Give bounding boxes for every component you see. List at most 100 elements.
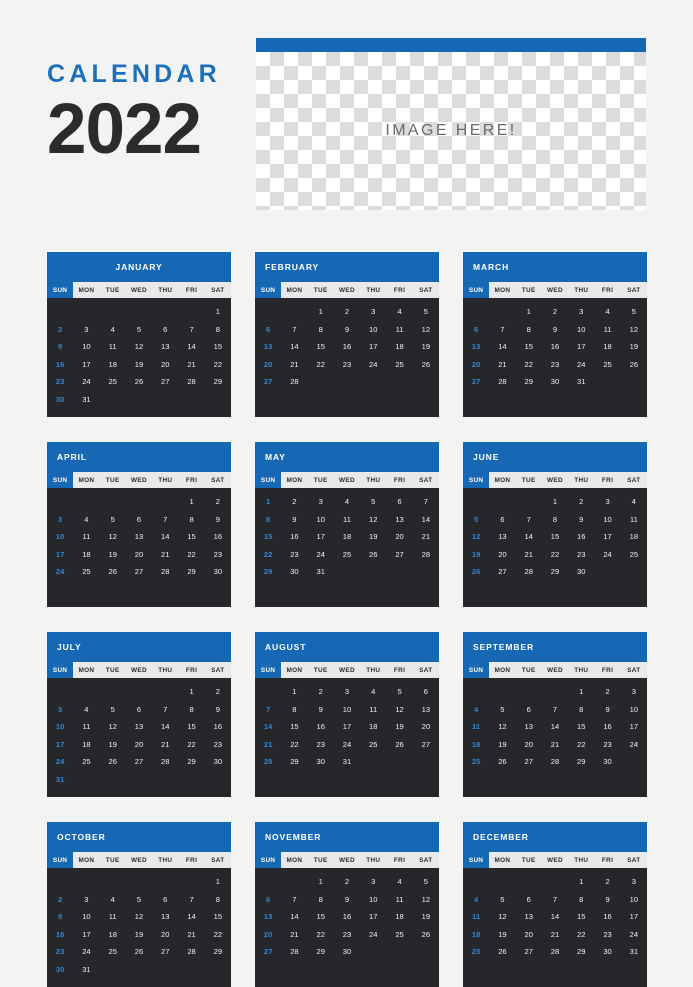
day-cell[interactable]: 13 (152, 908, 178, 926)
day-cell[interactable]: 10 (360, 891, 386, 909)
day-cell[interactable]: 18 (621, 528, 647, 546)
day-cell[interactable]: 29 (178, 563, 204, 581)
day-cell[interactable]: 18 (100, 356, 126, 374)
day-cell[interactable]: 7 (542, 701, 568, 719)
day-cell[interactable]: 20 (516, 926, 542, 944)
day-cell[interactable]: 27 (413, 736, 439, 754)
day-cell[interactable]: 3 (594, 493, 620, 511)
day-cell[interactable]: 2 (334, 873, 360, 891)
day-cell[interactable]: 2 (568, 493, 594, 511)
day-cell[interactable]: 9 (47, 338, 73, 356)
day-cell[interactable]: 26 (360, 546, 386, 564)
day-cell[interactable]: 10 (47, 718, 73, 736)
day-cell[interactable]: 9 (281, 511, 307, 529)
day-cell[interactable]: 2 (542, 303, 568, 321)
day-cell[interactable]: 19 (489, 926, 515, 944)
day-cell[interactable]: 18 (463, 926, 489, 944)
day-cell[interactable]: 9 (47, 908, 73, 926)
day-cell[interactable]: 6 (255, 891, 281, 909)
day-cell[interactable]: 11 (360, 701, 386, 719)
day-cell[interactable]: 31 (568, 373, 594, 391)
day-cell[interactable]: 2 (594, 683, 620, 701)
day-cell[interactable]: 22 (542, 546, 568, 564)
day-cell[interactable]: 11 (463, 718, 489, 736)
day-cell[interactable]: 10 (308, 511, 334, 529)
day-cell[interactable]: 18 (386, 908, 412, 926)
day-cell[interactable]: 31 (47, 771, 73, 789)
day-cell[interactable]: 2 (205, 493, 231, 511)
day-cell[interactable]: 30 (594, 943, 620, 961)
day-cell[interactable]: 23 (568, 546, 594, 564)
day-cell[interactable]: 11 (334, 511, 360, 529)
day-cell[interactable]: 21 (152, 736, 178, 754)
day-cell[interactable]: 12 (100, 528, 126, 546)
day-cell[interactable]: 15 (542, 528, 568, 546)
day-cell[interactable]: 10 (73, 338, 99, 356)
day-cell[interactable]: 1 (542, 493, 568, 511)
day-cell[interactable]: 15 (568, 718, 594, 736)
day-cell[interactable]: 8 (205, 321, 231, 339)
day-cell[interactable]: 2 (47, 321, 73, 339)
day-cell[interactable]: 31 (621, 943, 647, 961)
day-cell[interactable]: 5 (100, 701, 126, 719)
day-cell[interactable]: 29 (205, 373, 231, 391)
day-cell[interactable]: 8 (255, 511, 281, 529)
day-cell[interactable]: 3 (308, 493, 334, 511)
day-cell[interactable]: 6 (152, 891, 178, 909)
day-cell[interactable]: 14 (152, 528, 178, 546)
day-cell[interactable]: 9 (542, 321, 568, 339)
day-cell[interactable]: 19 (126, 926, 152, 944)
day-cell[interactable]: 5 (621, 303, 647, 321)
day-cell[interactable]: 2 (47, 891, 73, 909)
day-cell[interactable]: 22 (281, 736, 307, 754)
day-cell[interactable]: 7 (152, 511, 178, 529)
day-cell[interactable]: 23 (594, 926, 620, 944)
day-cell[interactable]: 1 (308, 873, 334, 891)
day-cell[interactable]: 22 (568, 926, 594, 944)
day-cell[interactable]: 5 (413, 873, 439, 891)
day-cell[interactable]: 17 (594, 528, 620, 546)
day-cell[interactable]: 21 (178, 926, 204, 944)
day-cell[interactable]: 8 (178, 511, 204, 529)
day-cell[interactable]: 1 (516, 303, 542, 321)
day-cell[interactable]: 13 (413, 701, 439, 719)
day-cell[interactable]: 13 (516, 908, 542, 926)
day-cell[interactable]: 18 (73, 546, 99, 564)
day-cell[interactable]: 16 (594, 718, 620, 736)
day-cell[interactable]: 24 (621, 736, 647, 754)
day-cell[interactable]: 19 (386, 718, 412, 736)
day-cell[interactable]: 27 (126, 753, 152, 771)
day-cell[interactable]: 23 (542, 356, 568, 374)
day-cell[interactable]: 23 (334, 926, 360, 944)
day-cell[interactable]: 17 (621, 908, 647, 926)
day-cell[interactable]: 5 (386, 683, 412, 701)
day-cell[interactable]: 15 (255, 528, 281, 546)
day-cell[interactable]: 16 (594, 908, 620, 926)
day-cell[interactable]: 6 (516, 701, 542, 719)
day-cell[interactable]: 12 (126, 338, 152, 356)
day-cell[interactable]: 24 (73, 943, 99, 961)
day-cell[interactable]: 6 (126, 511, 152, 529)
day-cell[interactable]: 30 (281, 563, 307, 581)
day-cell[interactable]: 2 (281, 493, 307, 511)
day-cell[interactable]: 22 (178, 736, 204, 754)
day-cell[interactable]: 18 (463, 736, 489, 754)
day-cell[interactable]: 13 (386, 511, 412, 529)
day-cell[interactable]: 14 (281, 908, 307, 926)
day-cell[interactable]: 26 (386, 736, 412, 754)
day-cell[interactable]: 11 (73, 718, 99, 736)
day-cell[interactable]: 21 (516, 546, 542, 564)
day-cell[interactable]: 22 (255, 546, 281, 564)
day-cell[interactable]: 29 (568, 753, 594, 771)
day-cell[interactable]: 10 (334, 701, 360, 719)
day-cell[interactable]: 4 (386, 303, 412, 321)
day-cell[interactable]: 4 (463, 891, 489, 909)
day-cell[interactable]: 13 (152, 338, 178, 356)
day-cell[interactable]: 12 (360, 511, 386, 529)
day-cell[interactable]: 20 (413, 718, 439, 736)
day-cell[interactable]: 22 (178, 546, 204, 564)
day-cell[interactable]: 8 (178, 701, 204, 719)
day-cell[interactable]: 27 (126, 563, 152, 581)
day-cell[interactable]: 5 (126, 891, 152, 909)
day-cell[interactable]: 11 (621, 511, 647, 529)
